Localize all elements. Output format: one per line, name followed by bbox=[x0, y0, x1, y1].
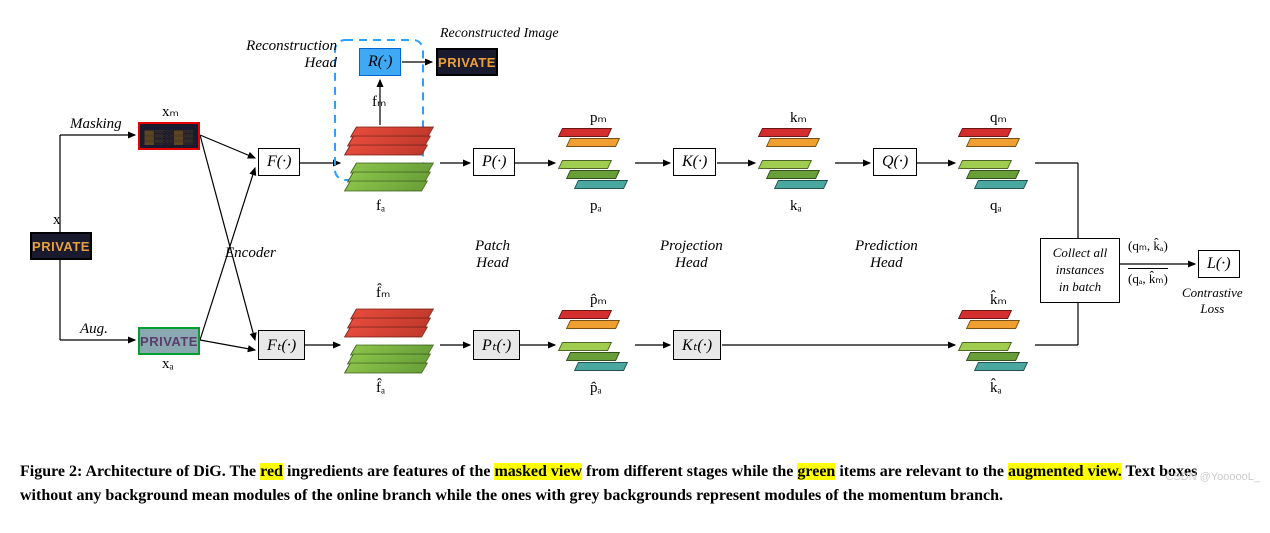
label-pm-hat: p̂ₘ bbox=[590, 290, 607, 309]
collect-l1: Collect all bbox=[1049, 245, 1111, 262]
module-K: K(·) bbox=[673, 148, 716, 176]
label-fm-hat: f̂ₘ bbox=[376, 283, 390, 302]
label-ka: kₐ bbox=[790, 198, 802, 215]
bars-p-top bbox=[560, 128, 635, 198]
label-encoder: Encoder bbox=[225, 245, 276, 262]
collect-l2: instances bbox=[1049, 262, 1111, 279]
bars-q-top bbox=[960, 128, 1035, 198]
cap-green: green bbox=[797, 463, 835, 480]
label-qa: qₐ bbox=[990, 198, 1002, 215]
masked-img-box: ▓▒░▓▒ bbox=[138, 122, 200, 150]
recon-img-box: PRIVATE bbox=[436, 48, 498, 76]
label-fm-up: fₘ bbox=[372, 92, 386, 111]
module-Pt: Pₜ(·) bbox=[473, 330, 520, 360]
label-pa-hat: p̂ₐ bbox=[590, 380, 602, 397]
encoder-F: F(·) bbox=[258, 148, 300, 176]
watermark: CSDN @YoooooL_ bbox=[1165, 471, 1260, 483]
label-pred-head: Prediction Head bbox=[855, 238, 918, 272]
label-recon-head: Reconstruction Head bbox=[237, 38, 337, 72]
label-aug: Aug. bbox=[80, 321, 108, 338]
bars-k-top bbox=[760, 128, 835, 198]
cap-mid1: ingredients are features of the bbox=[283, 463, 495, 480]
module-R: R(·) bbox=[359, 48, 401, 76]
cap-aug: augmented view. bbox=[1008, 463, 1122, 480]
cap-mid2: from different stages while the bbox=[582, 463, 797, 480]
label-pair1: (qₘ, k̂ₐ) bbox=[1128, 238, 1168, 254]
label-km-hat: k̂ₘ bbox=[990, 290, 1007, 309]
figure-caption: Figure 2: Architecture of DiG. The red i… bbox=[20, 460, 1250, 508]
collect-box: Collect all instances in batch bbox=[1040, 238, 1120, 303]
reconstructed-image: PRIVATE bbox=[436, 48, 498, 76]
label-contr-loss: Contrastive Loss bbox=[1182, 285, 1243, 317]
module-L: L(·) bbox=[1198, 250, 1240, 278]
label-km: kₘ bbox=[790, 108, 807, 127]
label-recon-img: Reconstructed Image bbox=[440, 26, 559, 42]
aug-img-box: PRIVATE bbox=[138, 327, 200, 355]
encoder-Ft: Fₜ(·) bbox=[258, 330, 305, 360]
masked-image: ▓▒░▓▒ bbox=[138, 122, 200, 150]
module-P: P(·) bbox=[473, 148, 515, 176]
augmented-image: PRIVATE bbox=[138, 327, 200, 355]
label-fa: fₐ bbox=[376, 198, 385, 215]
features-f-top bbox=[345, 122, 440, 197]
collect-l3: in batch bbox=[1049, 279, 1111, 296]
module-Kt: Kₜ(·) bbox=[673, 330, 721, 360]
label-xa: xₐ bbox=[162, 356, 174, 373]
cap-masked: masked view bbox=[494, 463, 582, 480]
cap-prefix: Figure 2: Architecture of DiG. The bbox=[20, 463, 260, 480]
label-x: x bbox=[53, 212, 61, 229]
label-patch-head: Patch Head bbox=[475, 238, 510, 272]
label-pm: pₘ bbox=[590, 108, 607, 127]
cap-mid3: items are relevant to the bbox=[835, 463, 1008, 480]
label-ka-hat: k̂ₐ bbox=[990, 380, 1002, 397]
label-fa-hat: f̂ₐ bbox=[376, 380, 385, 397]
arrows-layer bbox=[20, 20, 1250, 440]
label-pair2: (qₐ, k̂ₘ) bbox=[1128, 268, 1168, 287]
features-f-bottom bbox=[345, 304, 440, 379]
label-qm: qₘ bbox=[990, 108, 1007, 127]
label-masking: Masking bbox=[70, 116, 122, 133]
bars-p-bottom bbox=[560, 310, 635, 380]
module-Q: Q(·) bbox=[873, 148, 917, 176]
input-image: PRIVATE bbox=[30, 232, 92, 260]
diagram-container: x PRIVATE Masking xₘ ▓▒░▓▒ Aug. xₐ PRIVA… bbox=[20, 20, 1250, 440]
cap-red: red bbox=[260, 463, 283, 480]
label-pa: pₐ bbox=[590, 198, 602, 215]
label-xm: xₘ bbox=[162, 102, 179, 121]
bars-khat-bottom bbox=[960, 310, 1035, 380]
private-image: PRIVATE bbox=[30, 232, 92, 260]
label-proj-head: Projection Head bbox=[660, 238, 723, 272]
